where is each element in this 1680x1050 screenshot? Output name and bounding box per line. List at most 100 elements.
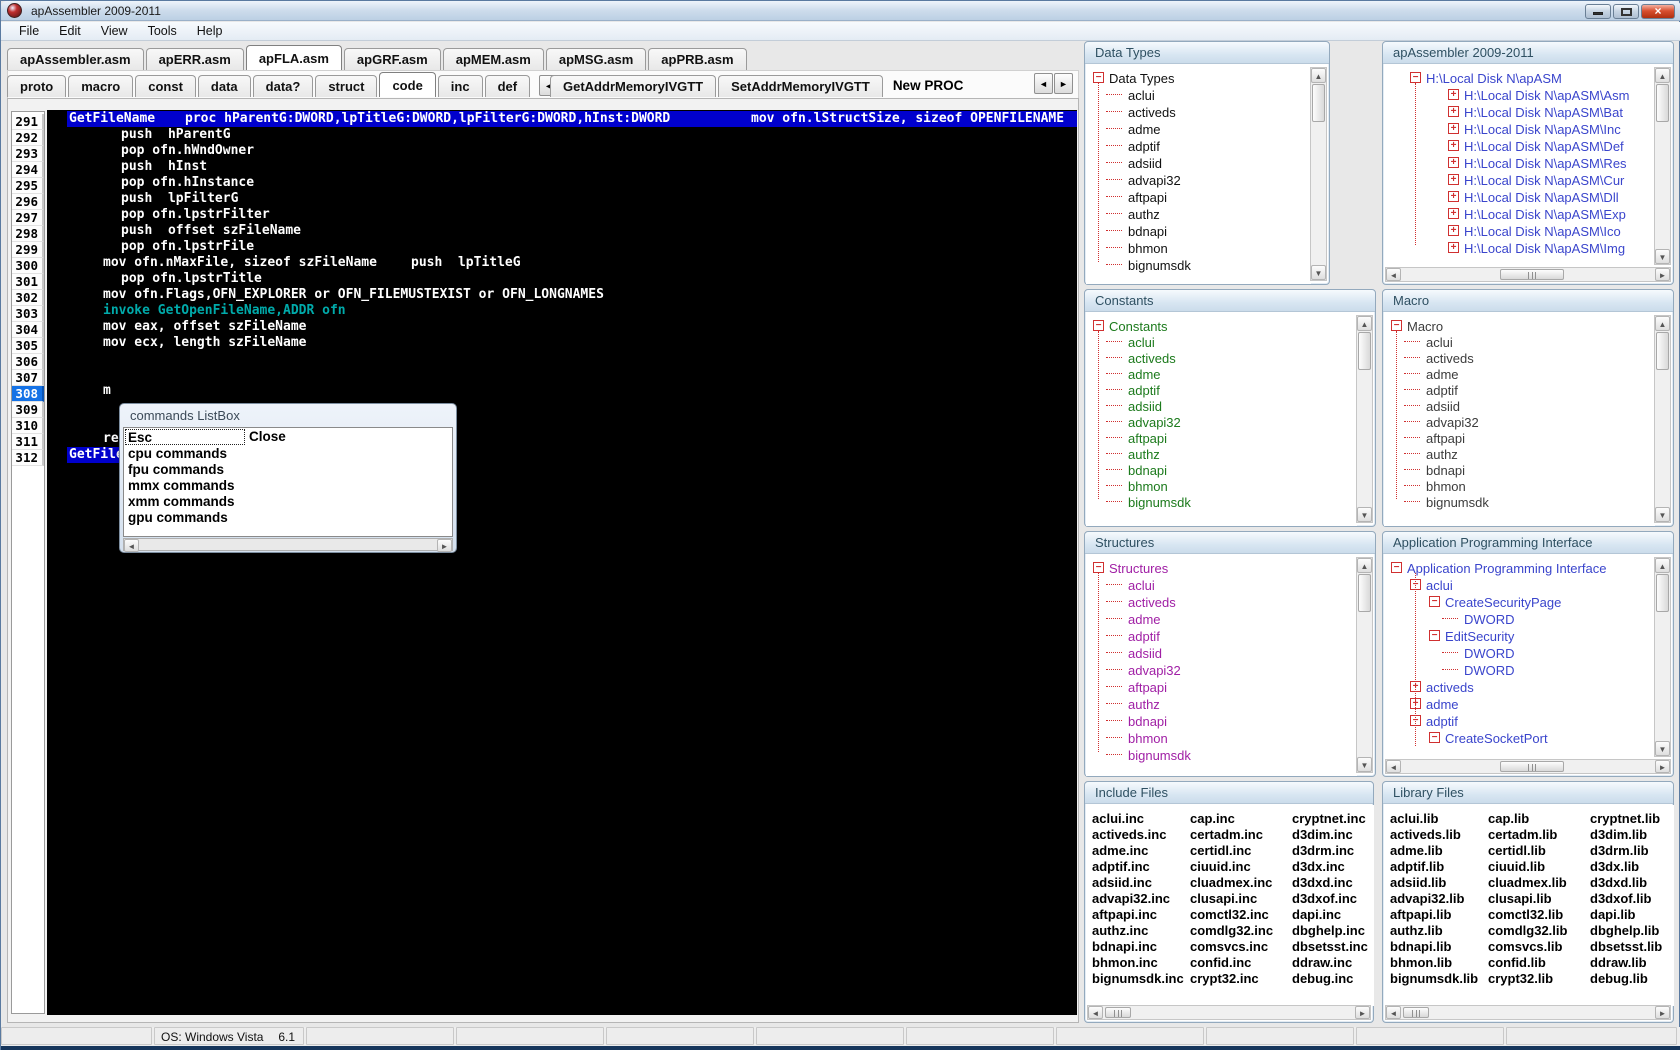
tree-item[interactable]: bhmon (1384, 479, 1655, 496)
minimize-button[interactable] (1585, 4, 1611, 19)
file-item[interactable]: d3dxd.inc (1292, 875, 1353, 890)
tree-item[interactable]: activeds (1384, 351, 1655, 368)
file-item[interactable]: adme.lib (1390, 843, 1443, 858)
line-number-307[interactable]: 307 (12, 370, 44, 386)
file-item[interactable]: adptif.lib (1390, 859, 1444, 874)
tree-item[interactable]: −Constants (1086, 319, 1357, 336)
file-item[interactable]: d3dxof.inc (1292, 891, 1357, 906)
file-item[interactable]: comctl32.inc (1190, 907, 1269, 922)
tree-item[interactable]: aclui (1086, 578, 1357, 595)
scroll-left-icon[interactable]: ◄ (1386, 268, 1401, 281)
line-number-296[interactable]: 296 (12, 194, 44, 210)
file-item[interactable]: crypt32.lib (1488, 971, 1553, 986)
line-number-303[interactable]: 303 (12, 306, 44, 322)
line-number-291[interactable]: 291 (12, 114, 44, 130)
file-item[interactable]: ddraw.inc (1292, 955, 1352, 970)
file-item[interactable]: bdnapi.lib (1390, 939, 1451, 954)
tree-item[interactable]: adme (1086, 612, 1357, 629)
tree-item[interactable]: +H:\Local Disk N\apASM\Ico (1384, 224, 1655, 241)
tree-expand-icon[interactable]: + (1448, 106, 1459, 117)
scroll-up-icon[interactable]: ▲ (1655, 558, 1670, 573)
scroll-up-icon[interactable]: ▲ (1311, 68, 1326, 83)
file-item[interactable]: comctl32.lib (1488, 907, 1563, 922)
line-number-293[interactable]: 293 (12, 146, 44, 162)
tree-item[interactable]: adptif (1384, 383, 1655, 400)
file-item[interactable]: comsvcs.inc (1190, 939, 1268, 954)
section-tab-data[interactable]: data (198, 75, 251, 97)
scroll-down-icon[interactable]: ▼ (1311, 265, 1326, 280)
tree-item[interactable]: bdnapi (1086, 714, 1357, 731)
tree-item[interactable]: −Structures (1086, 561, 1357, 578)
file-item[interactable]: ciuuid.inc (1190, 859, 1251, 874)
file-item[interactable]: adsiid.lib (1390, 875, 1446, 890)
file-tab-apassembler-asm[interactable]: apAssembler.asm (7, 48, 144, 70)
file-tab-aperr-asm[interactable]: apERR.asm (146, 48, 244, 70)
scroll-right-icon[interactable]: ► (1655, 760, 1670, 773)
tree-item[interactable]: adme (1086, 367, 1357, 384)
scroll-right-icon[interactable]: ► (1655, 268, 1670, 281)
line-number-300[interactable]: 300 (12, 258, 44, 274)
tree-item[interactable]: +adme (1384, 697, 1655, 714)
vertical-scrollbar[interactable]: ▲▼ (1310, 67, 1327, 281)
tree-expand-icon[interactable]: + (1448, 242, 1459, 253)
file-item[interactable]: cluadmex.inc (1190, 875, 1272, 890)
file-item[interactable]: d3dx.lib (1590, 859, 1639, 874)
tree-item[interactable]: DWORD (1384, 646, 1655, 663)
tree-collapse-icon[interactable]: − (1093, 72, 1104, 83)
file-item[interactable]: dbsetsst.inc (1292, 939, 1368, 954)
scroll-up-icon[interactable]: ▲ (1357, 316, 1372, 331)
tree-item[interactable]: bignumsdk (1384, 495, 1655, 512)
file-item[interactable]: d3drm.inc (1292, 843, 1354, 858)
scroll-left-icon[interactable]: ◄ (1088, 1006, 1103, 1019)
popup-row-esc[interactable]: EscClose (125, 429, 451, 445)
file-item[interactable]: cryptnet.lib (1590, 811, 1660, 826)
file-item[interactable]: adme.inc (1092, 843, 1148, 858)
tree-item[interactable]: −CreateSecurityPage (1384, 595, 1655, 612)
file-item[interactable]: certadm.lib (1488, 827, 1557, 842)
tree-item[interactable]: +H:\Local Disk N\apASM\Img (1384, 241, 1655, 258)
close-item[interactable]: Close (249, 429, 286, 444)
file-item[interactable]: adptif.inc (1092, 859, 1150, 874)
tree-item[interactable]: advapi32 (1086, 415, 1357, 432)
tree-item[interactable]: advapi32 (1384, 415, 1655, 432)
line-number-309[interactable]: 309 (12, 402, 44, 418)
file-item[interactable]: advapi32.inc (1092, 891, 1170, 906)
file-item[interactable]: d3dim.lib (1590, 827, 1647, 842)
section-tab-inc[interactable]: inc (438, 75, 483, 97)
file-item[interactable]: ddraw.lib (1590, 955, 1647, 970)
file-item[interactable]: d3dxof.lib (1590, 891, 1651, 906)
line-number-299[interactable]: 299 (12, 242, 44, 258)
scroll-down-icon[interactable]: ▼ (1655, 249, 1670, 264)
tree-item[interactable]: aclui (1384, 335, 1655, 352)
line-number-305[interactable]: 305 (12, 338, 44, 354)
file-item[interactable]: cap.inc (1190, 811, 1235, 826)
horizontal-scrollbar[interactable]: ◄► (1087, 1005, 1371, 1020)
tree-item[interactable]: aclui (1086, 88, 1311, 105)
tree-item[interactable]: activeds (1086, 595, 1357, 612)
maximize-button[interactable] (1613, 4, 1639, 19)
file-item[interactable]: d3drm.lib (1590, 843, 1649, 858)
file-item[interactable]: dbghelp.lib (1590, 923, 1659, 938)
file-item[interactable]: dapi.inc (1292, 907, 1341, 922)
tree-item[interactable]: −Macro (1384, 319, 1655, 336)
file-item[interactable]: clusapi.inc (1190, 891, 1257, 906)
file-item[interactable]: certidl.lib (1488, 843, 1546, 858)
line-number-311[interactable]: 311 (12, 434, 44, 450)
menu-item-help[interactable]: Help (187, 23, 233, 39)
file-item[interactable]: activeds.inc (1092, 827, 1166, 842)
file-item[interactable]: activeds.lib (1390, 827, 1461, 842)
scroll-right-icon[interactable]: ► (1655, 1006, 1670, 1019)
file-item[interactable]: aclui.inc (1092, 811, 1144, 826)
tree-expand-icon[interactable]: + (1448, 157, 1459, 168)
file-item[interactable]: dapi.lib (1590, 907, 1636, 922)
section-tab-const[interactable]: const (135, 75, 196, 97)
tree-item[interactable]: adme (1384, 367, 1655, 384)
tree-expand-icon[interactable]: + (1448, 191, 1459, 202)
file-item[interactable]: advapi32.lib (1390, 891, 1464, 906)
tree-item[interactable]: DWORD (1384, 663, 1655, 680)
tree-expand-icon[interactable]: + (1448, 174, 1459, 185)
vertical-scrollbar[interactable]: ▲▼ (1356, 315, 1373, 523)
file-item[interactable]: comdlg32.lib (1488, 923, 1567, 938)
tree-expand-icon[interactable]: + (1448, 89, 1459, 100)
section-tab-struct[interactable]: struct (315, 75, 377, 97)
